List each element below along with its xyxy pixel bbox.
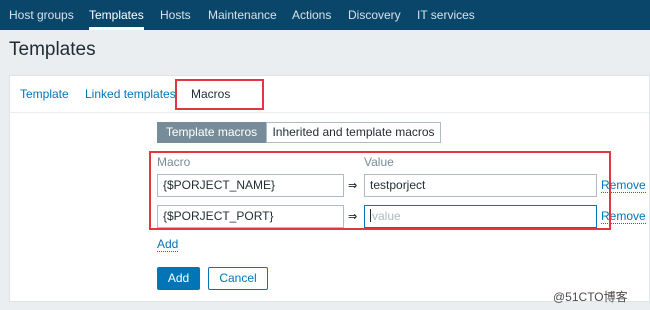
add-button[interactable]: Add (157, 267, 200, 290)
nav-item-it-services[interactable]: IT services (417, 0, 475, 30)
nav-item-host-groups[interactable]: Host groups (9, 0, 74, 30)
watermark: @51CTO博客 (553, 290, 628, 304)
macro-value-field[interactable]: testporject (364, 174, 597, 197)
cancel-button[interactable]: Cancel (208, 267, 268, 290)
macro-name-field[interactable]: {$PORJECT_PORT} (157, 205, 344, 228)
nav-item-actions[interactable]: Actions (292, 0, 331, 30)
macro-name-text: {$PORJECT_NAME} (163, 178, 276, 192)
arrow-icon: ⇒ (348, 180, 358, 192)
tab-macros[interactable]: Macros (191, 87, 230, 101)
nav-item-hosts[interactable]: Hosts (160, 0, 191, 30)
nav-item-maintenance[interactable]: Maintenance (208, 0, 277, 30)
top-navigation: Host groups Templates Hosts Maintenance … (0, 0, 650, 30)
text-cursor (370, 209, 371, 222)
inherited-macros-toggle[interactable]: Inherited and template macros (266, 122, 441, 143)
remove-macro-link[interactable]: Remove (601, 210, 646, 224)
template-macros-toggle[interactable]: Template macros (157, 122, 266, 143)
macro-name-text: {$PORJECT_PORT} (163, 209, 274, 223)
add-macro-link[interactable]: Add (157, 238, 179, 252)
nav-item-discovery[interactable]: Discovery (348, 0, 401, 30)
remove-macro-link[interactable]: Remove (601, 179, 646, 193)
macro-column-header: Macro (157, 155, 191, 169)
page-title: Templates (9, 39, 96, 60)
tab-bar: Template Linked templates Macros (10, 76, 649, 113)
macro-name-field[interactable]: {$PORJECT_NAME} (157, 174, 344, 197)
value-column-header: Value (364, 155, 394, 169)
nav-item-templates[interactable]: Templates (89, 0, 144, 30)
macro-value-field[interactable]: value (364, 205, 597, 228)
arrow-icon: ⇒ (348, 211, 358, 223)
tab-template[interactable]: Template (20, 87, 69, 101)
macro-value-text: testporject (370, 178, 426, 192)
tab-linked-templates[interactable]: Linked templates (85, 87, 176, 101)
value-placeholder: value (372, 209, 401, 223)
